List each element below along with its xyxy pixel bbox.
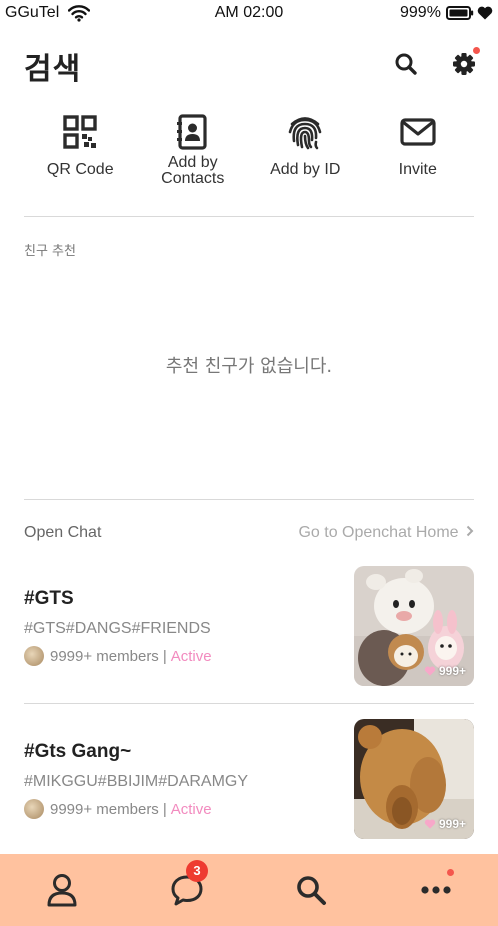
separator: | xyxy=(162,647,167,665)
chat-unread-badge: 3 xyxy=(186,860,208,882)
add-by-id-label: Add by ID xyxy=(270,161,341,178)
add-by-contacts-label: Add by Contacts xyxy=(161,154,225,187)
more-icon xyxy=(421,886,451,894)
avatar xyxy=(24,646,44,666)
qr-code-button[interactable]: QR Code xyxy=(24,112,137,200)
likes-value: 999+ xyxy=(438,817,466,831)
likes-count: 999+ xyxy=(424,664,466,678)
notification-dot xyxy=(447,869,454,876)
tab-search[interactable] xyxy=(249,854,374,926)
chat-meta: 9999+ members | Active xyxy=(24,799,212,819)
avatar xyxy=(24,799,44,819)
chevron-right-icon xyxy=(466,525,474,537)
open-chat-item[interactable]: #Gts Gang~ #MIKGGU#BBIJIM#DARAMGY 9999+ … xyxy=(24,719,474,839)
open-chat-item[interactable]: #GTS #GTS#DANGS#FRIENDS 9999+ members | … xyxy=(24,566,474,686)
status-badge: Active xyxy=(170,647,212,665)
search-icon xyxy=(395,53,417,75)
divider xyxy=(24,499,474,500)
heart-icon xyxy=(424,819,436,829)
status-bar: GGuTel AM 02:00 999% xyxy=(0,0,498,28)
bottom-tab-bar xyxy=(0,854,498,926)
open-chat-label: Open Chat xyxy=(24,524,102,541)
member-count: 9999+ members xyxy=(50,647,159,665)
recommend-section-label: 친구 추천 xyxy=(24,244,76,259)
add-friend-actions: QR Code Add by Contacts Add by ID Invite xyxy=(24,112,474,200)
likes-count: 999+ xyxy=(424,817,466,831)
divider xyxy=(24,703,474,704)
likes-value: 999+ xyxy=(438,664,466,678)
gear-icon xyxy=(453,53,475,75)
fingerprint-icon xyxy=(285,112,325,152)
separator: | xyxy=(162,800,167,818)
qr-code-label: QR Code xyxy=(46,161,114,178)
heart-icon xyxy=(424,666,436,676)
envelope-icon xyxy=(398,112,438,152)
heart-icon xyxy=(477,6,493,25)
chat-meta: 9999+ members | Active xyxy=(24,646,212,666)
notification-dot xyxy=(473,47,480,54)
qr-code-icon xyxy=(60,112,100,152)
divider xyxy=(24,216,474,217)
add-by-contacts-button[interactable]: Add by Contacts xyxy=(137,112,250,200)
chat-title: #Gts Gang~ xyxy=(24,741,132,762)
chat-tags: #GTS#DANGS#FRIENDS xyxy=(24,620,211,637)
openchat-home-link[interactable]: Go to Openchat Home xyxy=(298,524,474,542)
battery-percent: 999% xyxy=(400,4,441,21)
chat-tags: #MIKGGU#BBIJIM#DARAMGY xyxy=(24,773,249,790)
page-title: 검색 xyxy=(24,52,82,87)
tab-more[interactable] xyxy=(374,854,498,926)
contact-book-icon xyxy=(173,112,213,152)
tab-friends[interactable] xyxy=(0,854,125,926)
chat-thumbnail: 999+ xyxy=(354,719,474,839)
add-by-id-button[interactable]: Add by ID xyxy=(249,112,362,200)
invite-label: Invite xyxy=(398,161,437,178)
recommend-empty-text: 추천 친구가 없습니다. xyxy=(165,356,333,377)
search-button[interactable] xyxy=(392,50,420,78)
search-icon xyxy=(297,876,327,905)
openchat-home-link-text: Go to Openchat Home xyxy=(298,524,459,541)
invite-button[interactable]: Invite xyxy=(362,112,475,200)
battery-icon xyxy=(446,6,474,25)
settings-button[interactable] xyxy=(450,50,478,78)
member-count: 9999+ members xyxy=(50,800,159,818)
status-badge: Active xyxy=(170,800,212,818)
person-icon xyxy=(47,874,77,907)
chat-title: #GTS xyxy=(24,588,74,609)
chat-thumbnail: 999+ xyxy=(354,566,474,686)
